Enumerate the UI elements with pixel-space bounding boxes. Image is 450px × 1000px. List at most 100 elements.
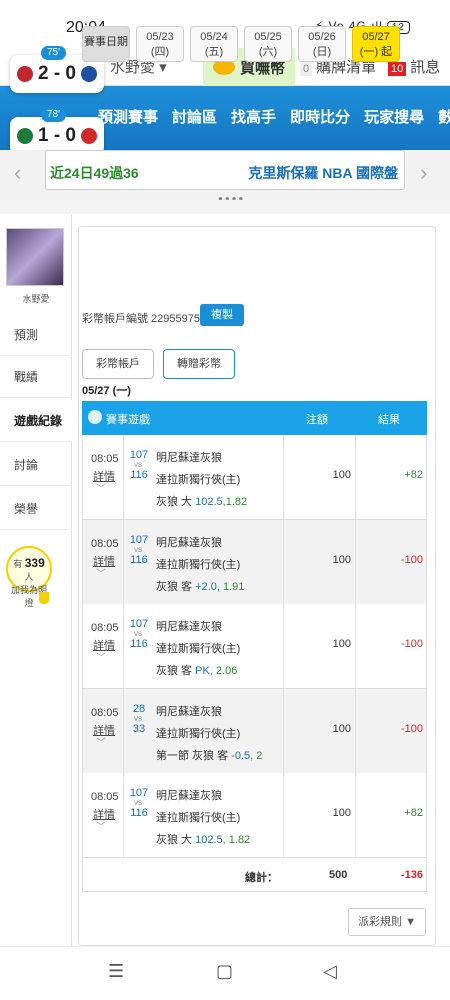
- bet-type: 第一節 灰狼 客: [156, 749, 232, 762]
- chevron-right-icon[interactable]: ›: [420, 160, 427, 186]
- row-time: 08:05: [91, 537, 119, 550]
- bet-amount: 100: [332, 722, 351, 735]
- team-logo-icon: [81, 66, 98, 82]
- date-chip-weekday: (五): [204, 46, 224, 58]
- table-row: 08:05 詳情 ﹀ 107 VS 116 明尼蘇達灰狼 達拉斯獨行俠(主) 灰狼 大 102.…: [82, 773, 427, 859]
- bet-description: 灰狼 大 102.5, 1.82: [156, 831, 250, 847]
- date-chip[interactable]: 05/27 (一) 起: [352, 26, 400, 62]
- date-chip-date: 05/23: [146, 31, 174, 43]
- team-away: 明尼蘇達灰狼: [156, 621, 222, 634]
- avatar[interactable]: [6, 228, 64, 286]
- chevron-down-icon[interactable]: ﹀: [96, 734, 106, 749]
- date-chip-date: 05/27: [362, 31, 390, 43]
- team-logo-icon: [16, 128, 33, 144]
- bet-odds: , 1.91: [216, 580, 245, 593]
- team-home: 達拉斯獨行俠(主): [156, 643, 241, 656]
- sidebar-item-game-log[interactable]: 遊戲紀錄: [0, 400, 72, 442]
- score-home: 116: [130, 469, 148, 481]
- date-chip-weekday: (四): [150, 46, 170, 58]
- copy-button[interactable]: 複製: [200, 304, 244, 326]
- ticker-banner[interactable]: 近24日49過36 克里斯保羅 NBA 國際盤: [45, 150, 405, 190]
- team-away: 明尼蘇達灰狼: [156, 790, 222, 803]
- bulb-prefix: 有: [13, 559, 23, 569]
- col-game: 賽事遊戲: [106, 414, 150, 426]
- chevron-down-icon[interactable]: ﹀: [96, 565, 106, 580]
- date-chip[interactable]: 05/26 (日): [298, 26, 346, 62]
- date-chip-date: 05/26: [308, 31, 336, 43]
- date-chip[interactable]: 05/25 (六): [244, 26, 292, 62]
- bet-result: +82: [404, 807, 423, 820]
- score-value: 1 - 0: [37, 125, 77, 146]
- row-time: 08:05: [91, 622, 119, 635]
- date-heading: 05/27 (一): [82, 385, 131, 397]
- bet-line: +2.0: [195, 580, 217, 593]
- sidebar-item-record[interactable]: 戰績: [0, 356, 72, 398]
- menu-item[interactable]: 數據: [438, 106, 450, 127]
- lightbulb-badge[interactable]: 有 339 人 加我為明燈: [6, 546, 52, 608]
- team-home: 達拉斯獨行俠(主): [156, 727, 241, 740]
- bet-result: -100: [400, 638, 423, 651]
- score-away: 107: [129, 533, 149, 546]
- total-label: 總計：: [245, 872, 278, 884]
- ticker-left: 近24日49過36: [50, 165, 139, 181]
- col-amount: 注額: [306, 414, 328, 426]
- payout-rules-button[interactable]: 派彩規則 ▼: [348, 908, 426, 936]
- row-time: 08:05: [91, 791, 119, 804]
- tab-transfer-coin[interactable]: 轉贈彩幣: [163, 349, 235, 379]
- sidebar-item-predict[interactable]: 預測: [0, 314, 72, 356]
- date-chip-weekday: (日): [312, 46, 332, 58]
- bet-type: 灰狼 大: [156, 834, 196, 847]
- date-chip[interactable]: 05/23 (四): [136, 26, 184, 62]
- bet-type: 灰狼 大: [156, 496, 196, 508]
- table-row: 08:05 詳情 ﹀ 107 VS 116 明尼蘇達灰狼 達拉斯獨行俠(主) 灰狼 大 102.…: [82, 435, 427, 520]
- avatar-name: 水野愛: [22, 294, 50, 304]
- bet-result: +82: [404, 469, 423, 481]
- team-home: 達拉斯獨行俠(主): [156, 812, 241, 825]
- chevron-down-icon[interactable]: ﹀: [96, 480, 106, 495]
- system-nav-bar: ☰ ▢ ◁: [0, 946, 450, 1000]
- table-row: 08:05 詳情 ﹀ 28 VS 33 明尼蘇達灰狼 達拉斯獨行俠(主) 第一節 灰狼 客 -0…: [82, 688, 427, 774]
- bet-description: 灰狼 客 +2.0, 1.91: [156, 578, 244, 594]
- row-time: 08:05: [91, 453, 119, 465]
- bet-line: PK: [195, 665, 210, 678]
- chevron-left-icon[interactable]: ‹: [14, 160, 21, 186]
- sidebar: 水野愛 預測 戰績 遊戲紀錄 討論 榮譽 有 339 人 加我為明燈: [0, 214, 72, 946]
- team-home: 達拉斯獨行俠(主): [156, 558, 241, 571]
- team-away: 明尼蘇達灰狼: [156, 536, 222, 549]
- menu-item[interactable]: 即時比分: [290, 106, 350, 127]
- date-chip[interactable]: 05/24 (五): [190, 26, 238, 62]
- bulb-suffix: 人: [24, 572, 34, 582]
- menu-item[interactable]: 玩家搜尋: [364, 106, 424, 127]
- back-icon[interactable]: ◁: [323, 961, 337, 982]
- menu-item[interactable]: 討論區: [172, 106, 217, 127]
- bet-description: 第一節 灰狼 客 -0.5, 2: [156, 747, 262, 763]
- score-away: 107: [129, 618, 149, 631]
- bet-line: 102.5: [195, 496, 223, 508]
- message-label: 訊息: [410, 59, 441, 76]
- menu-item[interactable]: 預測賽事: [98, 106, 158, 127]
- menu-icon[interactable]: ☰: [108, 961, 124, 982]
- account-number: 彩幣帳戶編號 22955975: [82, 313, 200, 325]
- sidebar-item-discuss[interactable]: 討論: [0, 444, 72, 486]
- score-away: 28: [132, 702, 146, 715]
- chevron-down-icon[interactable]: ﹀: [96, 649, 106, 664]
- bet-amount: 100: [332, 469, 351, 481]
- chevron-down-icon[interactable]: ﹀: [96, 818, 106, 833]
- bet-amount: 100: [332, 553, 351, 566]
- score-home: 33: [132, 722, 146, 735]
- score-away: 107: [129, 787, 149, 800]
- team-logo-icon: [16, 66, 33, 82]
- bet-odds: ,1.82: [222, 496, 248, 508]
- score-minute: 75': [41, 46, 67, 60]
- date-label: 賽事日期: [82, 26, 130, 62]
- total-amount: 500: [329, 869, 348, 881]
- home-icon[interactable]: ▢: [216, 961, 233, 982]
- cart-count: 0: [300, 62, 313, 76]
- menu-item[interactable]: 找高手: [231, 106, 276, 127]
- date-selector: 賽事日期 05/23 (四) 05/24 (五) 05/25 (六) 05/26 (日) 05/…: [82, 26, 406, 62]
- ticker-right: 克里斯保羅 NBA 國際盤: [248, 165, 398, 181]
- database-icon: [88, 410, 102, 424]
- message-count: 10: [388, 62, 407, 76]
- tab-coin-account[interactable]: 彩幣帳戶: [82, 349, 154, 379]
- sidebar-item-honor[interactable]: 榮譽: [0, 488, 72, 530]
